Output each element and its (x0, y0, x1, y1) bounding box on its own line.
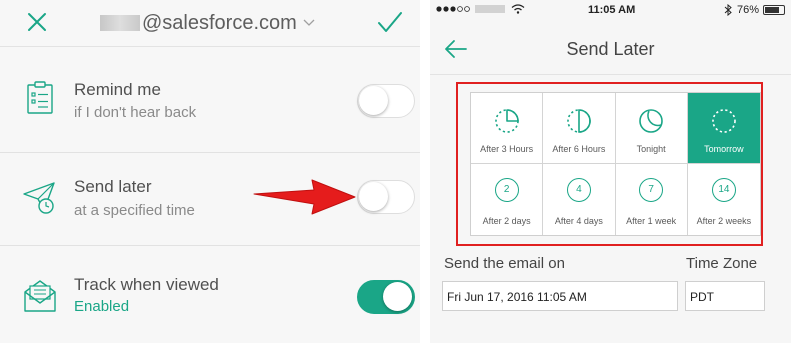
remind-me-row: Remind me if I don't hear back (0, 47, 420, 153)
sunrise-icon (712, 109, 736, 133)
track-viewed-status: Enabled (74, 298, 130, 315)
days-badge: 7 (639, 178, 664, 202)
timezone-label: Time Zone (686, 255, 758, 272)
option-after-2-days[interactable]: 2 After 2 days (471, 164, 544, 235)
send-on-label: Send the email on (444, 255, 565, 272)
remind-me-title: Remind me (74, 80, 161, 99)
option-after-1-week[interactable]: 7 After 1 week (615, 164, 688, 235)
remind-me-toggle[interactable] (357, 84, 415, 118)
send-later-row: Send later at a specified time (0, 153, 420, 246)
option-label: After 1 week (626, 216, 677, 226)
close-icon[interactable] (25, 10, 49, 34)
track-viewed-row: Track when viewed Enabled (0, 246, 420, 343)
option-tomorrow[interactable]: Tomorrow (687, 93, 760, 164)
option-after-2-weeks[interactable]: 14 After 2 weeks (687, 164, 760, 235)
option-tonight[interactable]: Tonight (615, 93, 688, 164)
redacted-username (100, 15, 140, 31)
right-panel: 11:05 AM 76% Send Later After 3 Hours Af… (430, 0, 791, 343)
left-panel: @salesforce.com Remind me if I don't hea… (0, 0, 420, 343)
signal-dots-icon (436, 6, 470, 12)
send-later-subtitle: at a specified time (74, 202, 195, 219)
battery-status: 76% (724, 4, 785, 16)
days-badge: 4 (566, 178, 591, 202)
carrier-name-redacted (475, 5, 505, 13)
clock-half-icon (567, 109, 591, 133)
option-label: After 6 Hours (552, 144, 606, 154)
compose-header: @salesforce.com (0, 0, 420, 47)
toggle-knob (359, 182, 388, 211)
wifi-icon (511, 4, 525, 14)
remind-me-subtitle: if I don't hear back (74, 104, 197, 121)
toggle-knob (359, 86, 388, 115)
option-after-6-hours[interactable]: After 6 Hours (543, 93, 616, 164)
send-datetime-field[interactable]: Fri Jun 17, 2016 11:05 AM (442, 281, 678, 311)
option-label: Tonight (636, 144, 666, 154)
chevron-down-icon (303, 19, 315, 26)
email-domain: @salesforce.com (142, 11, 297, 34)
paper-plane-clock-icon (23, 182, 55, 214)
timezone-field[interactable]: PDT (685, 281, 765, 311)
toggle-knob (383, 282, 412, 311)
signal-strength (436, 4, 525, 14)
track-viewed-toggle[interactable] (357, 280, 415, 314)
option-label: After 3 Hours (480, 144, 534, 154)
account-selector[interactable]: @salesforce.com (100, 11, 315, 35)
option-label: After 2 days (482, 216, 531, 226)
option-after-4-days[interactable]: 4 After 4 days (543, 164, 616, 235)
page-title: Send Later (566, 39, 655, 59)
send-later-header: Send Later (430, 24, 791, 75)
moon-icon (639, 109, 663, 133)
bluetooth-icon (724, 4, 732, 16)
red-arrow-annotation (253, 179, 356, 215)
send-time-options-grid: After 3 Hours After 6 Hours Tonight Tomo… (470, 92, 761, 236)
clock: 11:05 AM (588, 4, 636, 16)
option-after-3-hours[interactable]: After 3 Hours (471, 93, 544, 164)
days-badge: 14 (711, 178, 736, 202)
battery-percent: 76% (736, 4, 759, 16)
open-envelope-icon (24, 280, 56, 312)
send-later-title: Send later (74, 177, 152, 196)
clock-quarter-icon (494, 109, 519, 133)
track-viewed-title: Track when viewed (74, 275, 219, 294)
option-label: After 2 weeks (696, 216, 752, 226)
status-bar: 11:05 AM 76% (430, 0, 791, 20)
check-icon[interactable] (376, 10, 404, 36)
option-label: Tomorrow (704, 144, 744, 154)
days-badge: 2 (494, 178, 519, 202)
send-later-toggle[interactable] (357, 180, 415, 214)
clipboard-icon (27, 81, 53, 114)
option-label: After 4 days (554, 216, 603, 226)
battery-icon (763, 5, 785, 15)
